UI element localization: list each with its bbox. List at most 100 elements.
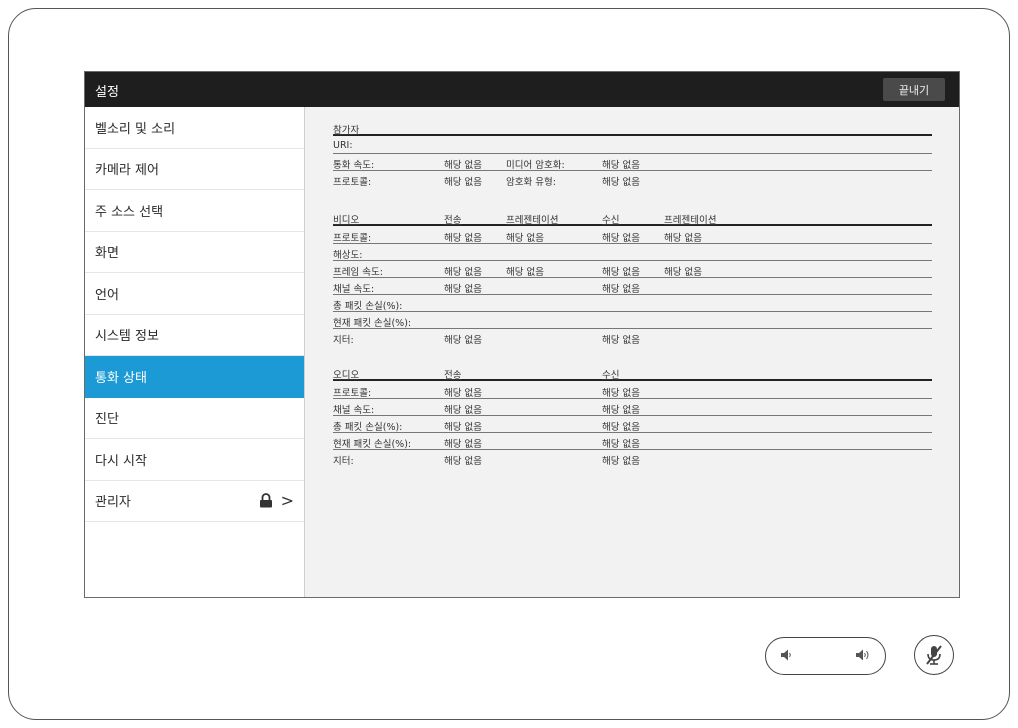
sidebar-item-diagnostics[interactable]: 진단 [85, 398, 304, 439]
cell-value: 해당 없음 [602, 388, 640, 399]
table-row: 현재 패킷 손실(%): 해당 없음 해당 없음 [333, 434, 932, 450]
cell-value: 해당 없음 [602, 456, 640, 467]
row-label: 총 패킷 손실(%): [333, 422, 403, 433]
row-label: 채널 속도: [333, 405, 375, 416]
sidebar: 벨소리 및 소리 카메라 제어 주 소스 선택 화면 언어 시스템 정보 통화 … [85, 107, 305, 597]
cell-value: 해당 없음 [444, 456, 482, 467]
sidebar-item-main-source[interactable]: 주 소스 선택 [85, 190, 304, 232]
table-row: 프로토콜: 해당 없음 해당 없음 [333, 383, 932, 399]
row-label: 프로토콜: [333, 388, 372, 399]
table-row: 채널 속도: 해당 없음 해당 없음 [333, 279, 932, 295]
speaker-high-icon[interactable] [855, 648, 871, 665]
video-receive-presentation-header: 프레젠테이션 [664, 215, 717, 226]
cell-value: 해당 없음 [602, 284, 640, 295]
audio-receive-header: 수신 [602, 370, 620, 381]
sidebar-item-label: 벨소리 및 소리 [95, 121, 176, 137]
call-status-panel: 참가자 URI: 통화 속도: 해당 없음 미디어 암호화: 해당 없음 프로토… [306, 107, 959, 597]
sidebar-item-label: 화면 [95, 246, 119, 262]
cell-value: 해당 없음 [602, 422, 640, 433]
sidebar-item-camera-control[interactable]: 카메라 제어 [85, 149, 304, 190]
audio-header: 오디오 [333, 370, 360, 381]
sidebar-item-system-info[interactable]: 시스템 정보 [85, 315, 304, 356]
window-title: 설정 [95, 85, 119, 100]
cell-value: 해당 없음 [444, 422, 482, 433]
protocol-value: 해당 없음 [444, 177, 482, 188]
cell-value: 해당 없음 [444, 439, 482, 450]
table-row: 총 패킷 손실(%): [333, 296, 932, 312]
sidebar-item-language[interactable]: 언어 [85, 273, 304, 315]
call-speed-value: 해당 없음 [444, 160, 482, 171]
video-send-presentation-header: 프레젠테이션 [506, 215, 559, 226]
table-row: 프로토콜: 해당 없음 해당 없음 해당 없음 해당 없음 [333, 228, 932, 244]
cell-value: 해당 없음 [444, 267, 482, 278]
speaker-low-icon[interactable] [780, 648, 792, 665]
uri-label: URI: [333, 140, 353, 151]
row-label: 지터: [333, 335, 354, 346]
cell-value: 해당 없음 [506, 267, 544, 278]
call-speed-label: 통화 속도: [333, 160, 375, 171]
table-row: 총 패킷 손실(%): 해당 없음 해당 없음 [333, 417, 932, 433]
table-row: 프레임 속도: 해당 없음 해당 없음 해당 없음 해당 없음 [333, 262, 932, 278]
cell-value: 해당 없음 [664, 233, 702, 244]
participant-header-row: 참가자 [333, 120, 932, 136]
participant-header: 참가자 [333, 125, 360, 136]
table-row: 지터: 해당 없음 해당 없음 [333, 330, 932, 346]
row-label: 지터: [333, 456, 354, 467]
sidebar-item-administrator[interactable]: 관리자 > [85, 481, 304, 522]
cell-value: 해당 없음 [444, 405, 482, 416]
protocol-row: 프로토콜: 해당 없음 암호화 유형: 해당 없음 [333, 172, 932, 188]
cell-value: 해당 없음 [444, 284, 482, 295]
cell-value: 해당 없음 [602, 267, 640, 278]
chevron-right-icon: > [280, 490, 294, 510]
row-label: 채널 속도: [333, 284, 375, 295]
protocol-label: 프로토콜: [333, 177, 372, 188]
sidebar-item-label: 통화 상태 [95, 370, 147, 386]
table-row: 현재 패킷 손실(%): [333, 313, 932, 329]
cell-value: 해당 없음 [602, 405, 640, 416]
volume-control [765, 637, 886, 675]
row-label: 해상도: [333, 250, 363, 261]
cell-value: 해당 없음 [602, 335, 640, 346]
media-encryption-value: 해당 없음 [602, 160, 640, 171]
encryption-type-value: 해당 없음 [602, 177, 640, 188]
settings-window: 설정 끝내기 벨소리 및 소리 카메라 제어 주 소스 선택 화면 언어 시스템… [84, 71, 960, 598]
cell-value: 해당 없음 [444, 335, 482, 346]
cell-value: 해당 없음 [602, 439, 640, 450]
sidebar-item-label: 다시 시작 [95, 453, 147, 469]
video-receive-header: 수신 [602, 215, 620, 226]
sidebar-item-ringtones-sounds[interactable]: 벨소리 및 소리 [85, 107, 304, 149]
row-label: 현재 패킷 손실(%): [333, 318, 412, 329]
row-label: 현재 패킷 손실(%): [333, 439, 412, 450]
video-header: 비디오 [333, 215, 360, 226]
table-row: 지터: 해당 없음 해당 없음 [333, 451, 932, 467]
call-speed-row: 통화 속도: 해당 없음 미디어 암호화: 해당 없음 [333, 155, 932, 171]
row-label: 프레임 속도: [333, 267, 383, 278]
video-send-header: 전송 [444, 215, 462, 226]
sidebar-item-label: 카메라 제어 [95, 163, 159, 179]
sidebar-item-display[interactable]: 화면 [85, 232, 304, 273]
cell-value: 해당 없음 [444, 388, 482, 399]
table-row: 해상도: [333, 245, 932, 261]
end-button[interactable]: 끝내기 [883, 78, 945, 101]
cell-value: 해당 없음 [664, 267, 702, 278]
audio-send-header: 전송 [444, 370, 462, 381]
sidebar-item-label: 관리자 [95, 495, 131, 511]
row-label: 총 패킷 손실(%): [333, 301, 403, 312]
video-header-row: 비디오 전송 프레젠테이션 수신 프레젠테이션 [333, 210, 932, 226]
row-label: 프로토콜: [333, 233, 372, 244]
audio-header-row: 오디오 전송 수신 [333, 365, 932, 381]
encryption-type-label: 암호화 유형: [506, 177, 556, 188]
table-row: 채널 속도: 해당 없음 해당 없음 [333, 400, 932, 416]
microphone-muted-icon[interactable] [914, 635, 954, 675]
sidebar-item-label: 시스템 정보 [95, 329, 159, 345]
cell-value: 해당 없음 [506, 233, 544, 244]
sidebar-item-label: 진단 [95, 412, 119, 428]
lock-icon [259, 493, 272, 508]
sidebar-item-restart[interactable]: 다시 시작 [85, 439, 304, 481]
media-encryption-label: 미디어 암호화: [506, 160, 565, 171]
sidebar-item-label: 주 소스 선택 [95, 204, 164, 220]
sidebar-item-call-status[interactable]: 통화 상태 [85, 356, 304, 398]
title-bar: 설정 끝내기 [85, 72, 959, 107]
sidebar-item-label: 언어 [95, 287, 119, 303]
cell-value: 해당 없음 [444, 233, 482, 244]
